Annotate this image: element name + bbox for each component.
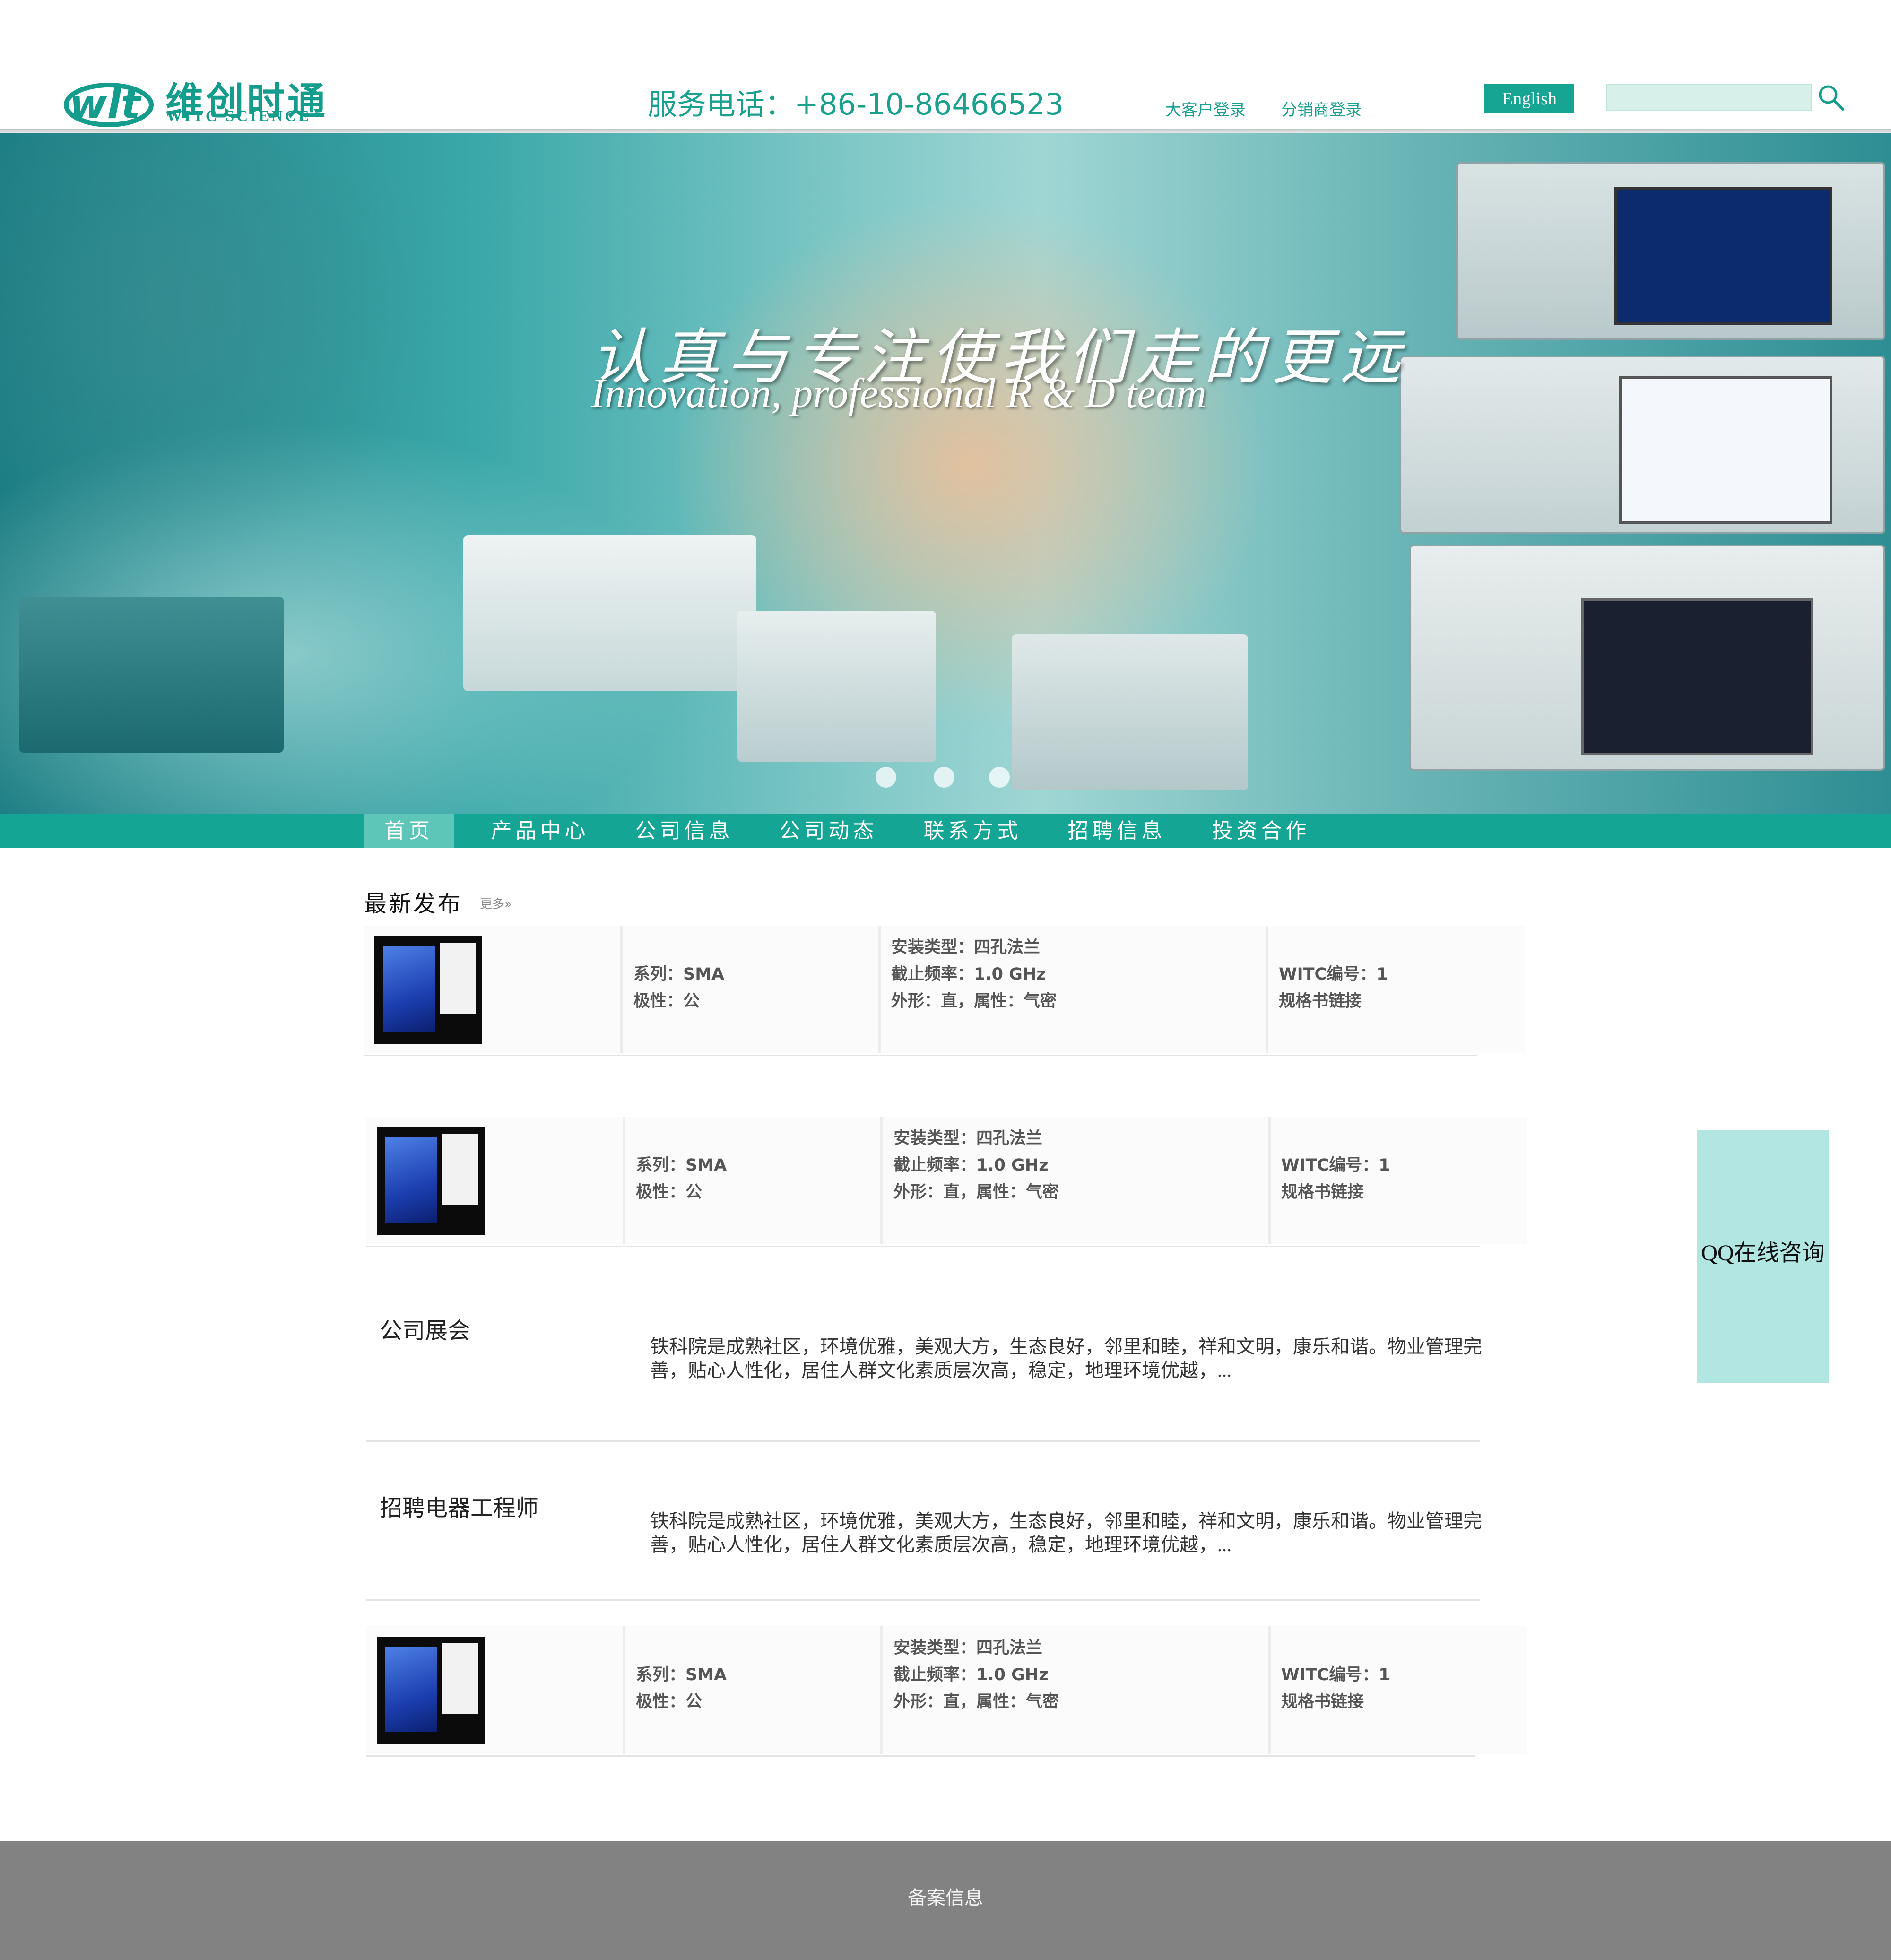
product-image xyxy=(377,1127,485,1235)
spec-shape: 外形：直，属性：气密 xyxy=(891,992,1057,1011)
spec-sheet-link[interactable]: 规格书链接 xyxy=(1281,1689,1390,1716)
spec-shape: 外形：直，属性：气密 xyxy=(893,1692,1059,1711)
instrument-panel-image xyxy=(1456,162,1885,340)
more-link[interactable]: 更多» xyxy=(480,894,512,912)
footer-record-info[interactable]: 备案信息 xyxy=(0,1882,1891,1910)
spec-witc-number: WITC编号：1 xyxy=(1279,965,1388,984)
nav-item-products[interactable]: 产品中心 xyxy=(482,814,598,848)
logo-text-en: WITC SCIENCE xyxy=(166,108,312,125)
spec-cutoff: 截止频率：1.0 GHz xyxy=(891,965,1046,984)
instrument-panel-image xyxy=(1399,356,1885,534)
footer: 备案信息 xyxy=(0,1841,1891,1960)
product-row[interactable]: 系列：SMA 极性：公 安装类型：四孔法兰 截止频率：1.0 GHz 外形：直，… xyxy=(364,926,1525,1056)
spec-mount: 安装类型：四孔法兰 xyxy=(891,938,1041,957)
nav-item-home[interactable]: 首页 xyxy=(364,814,454,848)
news-title-recruitment[interactable]: 招聘电器工程师 xyxy=(380,1489,538,1522)
row-divider xyxy=(364,1055,1477,1056)
carousel-dot-2[interactable] xyxy=(934,767,954,788)
banner-title-en: Innovation, professional R & D team xyxy=(591,371,1206,416)
row-divider xyxy=(366,1755,1475,1757)
news-title-exhibition[interactable]: 公司展会 xyxy=(380,1312,470,1345)
product-image xyxy=(374,936,482,1044)
instrument-panel-image xyxy=(737,611,936,762)
news-summary: 铁科院是成熟社区，环境优雅，美观大方，生态良好，邻里和睦，祥和文明，康乐和谐。物… xyxy=(650,1510,1482,1555)
product-spec-cell: 系列：SMA 极性：公 xyxy=(625,1626,883,1754)
product-spec-cell: 系列：SMA 极性：公 xyxy=(625,1117,883,1244)
qq-online-consult-button[interactable]: QQ在线咨询 xyxy=(1697,1130,1829,1383)
spec-witc-number: WITC编号：1 xyxy=(1281,1156,1390,1175)
instrument-panel-image xyxy=(19,597,284,753)
instrument-panel-image xyxy=(1409,545,1885,771)
distributor-login-link[interactable]: 分销商登录 xyxy=(1281,97,1362,120)
spec-sheet-link[interactable]: 规格书链接 xyxy=(1279,988,1388,1015)
spec-polarity: 极性：公 xyxy=(636,1183,703,1202)
hero-banner: 认真与专注使我们走的更远 Innovation, professional R … xyxy=(0,133,1891,814)
svg-text:wlt: wlt xyxy=(69,81,142,128)
spec-series: 系列：SMA xyxy=(636,1665,727,1684)
logo-mark-icon: wlt xyxy=(64,76,154,128)
search-input[interactable] xyxy=(1606,84,1812,111)
spec-mount: 安装类型：四孔法兰 xyxy=(893,1129,1043,1148)
news-divider xyxy=(366,1440,1480,1442)
service-phone: 服务电话：+86-10-86466523 xyxy=(648,87,1064,121)
carousel-dot-1[interactable] xyxy=(876,767,896,788)
spec-cutoff: 截止频率：1.0 GHz xyxy=(893,1665,1049,1684)
carousel-dot-3[interactable] xyxy=(989,767,1010,788)
lab-background-image xyxy=(0,133,444,559)
spec-witc-number: WITC编号：1 xyxy=(1281,1665,1390,1684)
english-language-button[interactable]: English xyxy=(1484,84,1574,113)
product-row[interactable]: 系列：SMA 极性：公 安装类型：四孔法兰 截止频率：1.0 GHz 外形：直，… xyxy=(366,1626,1527,1757)
news-divider xyxy=(366,1599,1480,1601)
nav-item-company-news[interactable]: 公司动态 xyxy=(771,814,886,848)
news-summary: 铁科院是成熟社区，环境优雅，美观大方，生态良好，邻里和睦，祥和文明，康乐和谐。物… xyxy=(650,1336,1482,1381)
product-spec-cell: WITC编号：1 规格书链接 xyxy=(1271,1117,1527,1244)
product-thumb-cell xyxy=(364,926,623,1053)
spec-mount: 安装类型：四孔法兰 xyxy=(893,1639,1043,1657)
latest-release-title: 最新发布 xyxy=(364,891,463,917)
product-row[interactable]: 系列：SMA 极性：公 安装类型：四孔法兰 截止频率：1.0 GHz 外形：直，… xyxy=(366,1117,1527,1247)
instrument-panel-image xyxy=(463,535,756,691)
instrument-panel-image xyxy=(1012,634,1248,790)
spec-polarity: 极性：公 xyxy=(633,992,700,1011)
spec-cutoff: 截止频率：1.0 GHz xyxy=(893,1156,1049,1175)
product-spec-cell: WITC编号：1 规格书链接 xyxy=(1271,1626,1527,1754)
main-nav: 首页 产品中心 公司信息 公司动态 联系方式 招聘信息 投资合作 xyxy=(0,814,1891,848)
product-thumb-cell xyxy=(366,1117,625,1244)
spec-polarity: 极性：公 xyxy=(636,1692,703,1711)
nav-item-contact[interactable]: 联系方式 xyxy=(915,814,1031,848)
row-divider xyxy=(366,1246,1480,1247)
product-spec-cell: 安装类型：四孔法兰 截止频率：1.0 GHz 外形：直，属性：气密 xyxy=(883,1626,1271,1754)
nav-item-investment[interactable]: 投资合作 xyxy=(1203,814,1319,848)
product-thumb-cell xyxy=(366,1626,625,1754)
product-spec-cell: 系列：SMA 极性：公 xyxy=(623,926,881,1053)
search-icon[interactable] xyxy=(1817,83,1845,112)
product-spec-cell: 安装类型：四孔法兰 截止频率：1.0 GHz 外形：直，属性：气密 xyxy=(881,926,1268,1053)
qq-label: QQ在线咨询 xyxy=(1701,1240,1825,1266)
spec-series: 系列：SMA xyxy=(636,1156,727,1175)
spec-sheet-link[interactable]: 规格书链接 xyxy=(1281,1179,1390,1206)
nav-item-company-info[interactable]: 公司信息 xyxy=(626,814,742,848)
vip-customer-login-link[interactable]: 大客户登录 xyxy=(1165,97,1246,120)
nav-item-careers[interactable]: 招聘信息 xyxy=(1059,814,1175,848)
product-image xyxy=(377,1637,485,1744)
spec-shape: 外形：直，属性：气密 xyxy=(893,1183,1059,1202)
product-spec-cell: 安装类型：四孔法兰 截止频率：1.0 GHz 外形：直，属性：气密 xyxy=(883,1117,1271,1244)
spec-series: 系列：SMA xyxy=(633,965,725,984)
product-spec-cell: WITC编号：1 规格书链接 xyxy=(1268,926,1525,1053)
